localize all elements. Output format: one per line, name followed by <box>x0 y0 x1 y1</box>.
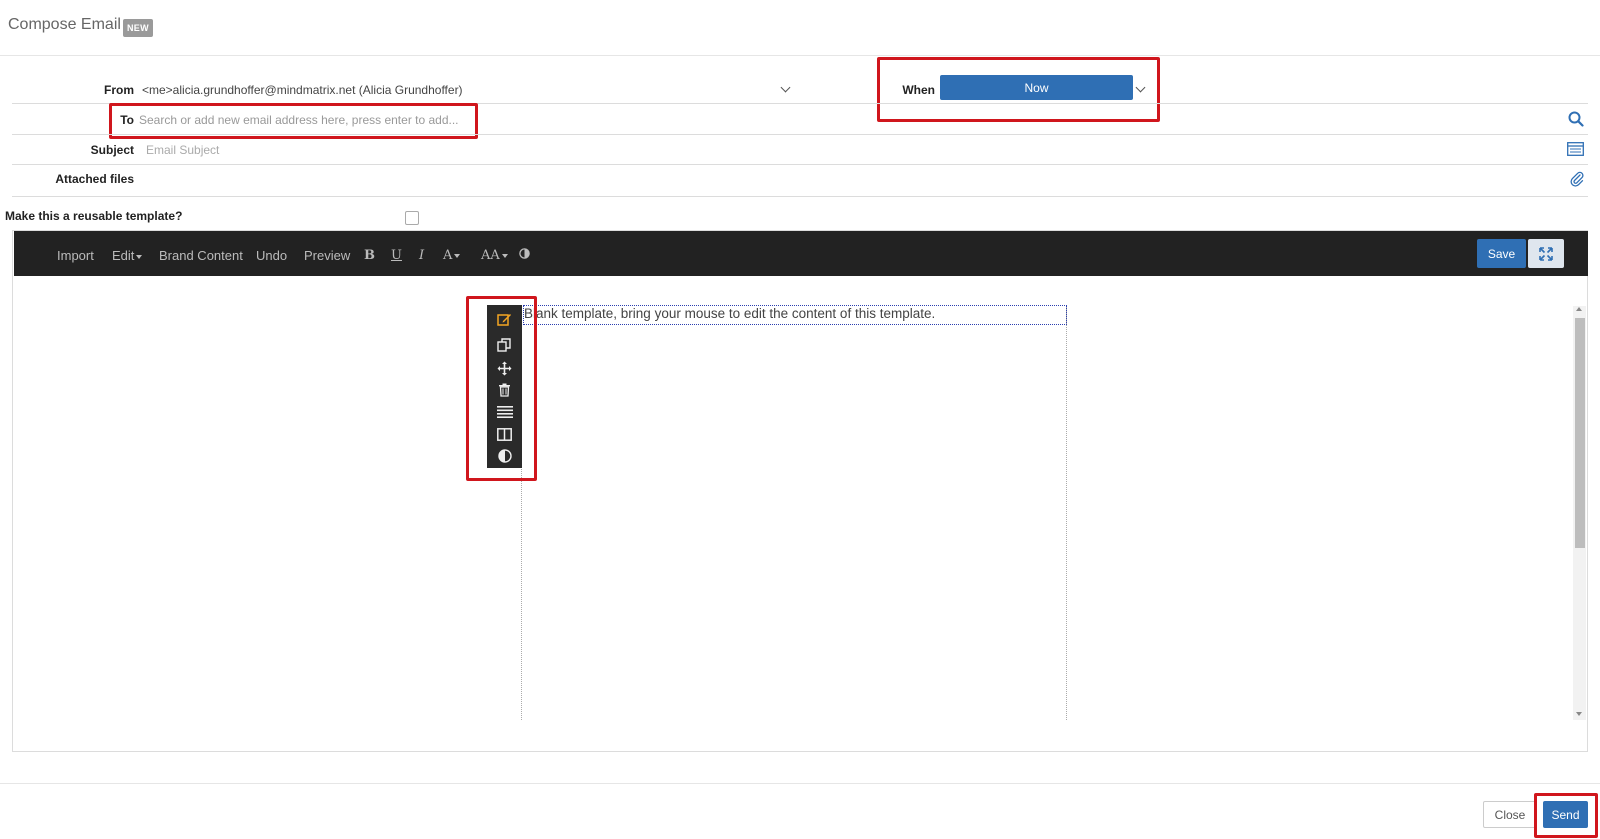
toolbar-undo[interactable]: Undo <box>256 248 287 263</box>
block-tools-highlight-box <box>466 296 537 481</box>
send-highlight-box <box>1534 793 1598 838</box>
scroll-down-arrow-icon[interactable] <box>1576 712 1582 716</box>
when-highlight-box <box>877 57 1160 122</box>
contrast-icon[interactable] <box>519 248 530 259</box>
toolbar-edit[interactable]: Edit <box>112 248 143 263</box>
bold-button[interactable]: B <box>364 248 375 263</box>
expand-icon <box>1539 246 1553 261</box>
toolbar-edit-label: Edit <box>112 248 135 263</box>
search-icon[interactable] <box>1568 111 1584 127</box>
font-color-button[interactable]: A <box>443 248 461 263</box>
attached-files-label: Attached files <box>55 172 134 186</box>
canvas-right-guide <box>1066 305 1067 720</box>
footer-divider <box>0 783 1600 784</box>
page-title: Compose Email <box>8 16 121 33</box>
font-size-label: AA <box>481 248 500 263</box>
caret-down-icon <box>501 253 508 258</box>
save-button[interactable]: Save <box>1477 239 1526 268</box>
template-list-icon[interactable] <box>1567 142 1584 156</box>
from-chevron-down-icon[interactable] <box>780 82 791 93</box>
from-label: From <box>104 83 134 97</box>
header-divider <box>0 55 1600 56</box>
row-divider <box>12 164 1588 165</box>
new-badge: NEW <box>123 19 153 37</box>
reusable-template-checkbox[interactable] <box>405 211 419 225</box>
italic-button[interactable]: I <box>419 248 424 263</box>
font-size-button[interactable]: AA <box>481 248 508 263</box>
fullscreen-button[interactable] <box>1528 239 1564 268</box>
toolbar-preview[interactable]: Preview <box>304 248 350 263</box>
toolbar-import[interactable]: Import <box>57 248 94 263</box>
toolbar-brand-content[interactable]: Brand Content <box>159 248 243 263</box>
subject-input[interactable]: Email Subject <box>146 143 219 157</box>
content-block-text[interactable]: Blank template, bring your mouse to edit… <box>524 306 935 321</box>
caret-down-icon <box>454 253 461 258</box>
scrollbar-thumb[interactable] <box>1575 318 1585 548</box>
underline-button[interactable]: U <box>391 248 402 263</box>
row-divider <box>12 196 1588 197</box>
caret-down-icon <box>136 254 143 259</box>
editor-toolbar <box>14 231 1588 276</box>
scroll-up-arrow-icon[interactable] <box>1576 307 1582 311</box>
close-button[interactable]: Close <box>1483 801 1537 828</box>
from-select[interactable]: <me>alicia.grundhoffer@mindmatrix.net (A… <box>142 83 463 97</box>
paperclip-icon[interactable] <box>1570 171 1584 187</box>
reusable-template-label: Make this a reusable template? <box>5 209 183 223</box>
font-color-label: A <box>443 248 453 263</box>
subject-label: Subject <box>90 143 134 157</box>
row-divider <box>12 134 1588 135</box>
